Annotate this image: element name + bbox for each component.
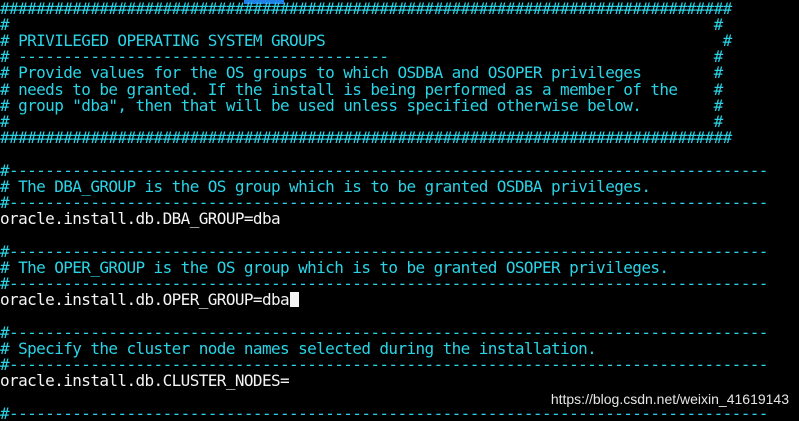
terminal-line: oracle.install.db.OPER_GROUP=dba	[0, 290, 300, 310]
terminal-line-text: ########################################…	[0, 128, 732, 148]
terminal-line: ########################################…	[0, 128, 732, 148]
text-cursor	[290, 292, 300, 308]
terminal-line-text: oracle.install.db.OPER_GROUP=dba	[0, 290, 290, 310]
terminal-line: oracle.install.db.DBA_GROUP=dba	[0, 209, 281, 229]
terminal-window[interactable]: ########################################…	[0, 0, 799, 421]
watermark-text: https://blog.csdn.net/weixin_41619143	[550, 391, 789, 407]
terminal-line-text: oracle.install.db.DBA_GROUP=dba	[0, 209, 281, 229]
terminal-line-text: oracle.install.db.CLUSTER_NODES=	[0, 371, 290, 391]
terminal-line: oracle.install.db.CLUSTER_NODES=	[0, 371, 290, 391]
